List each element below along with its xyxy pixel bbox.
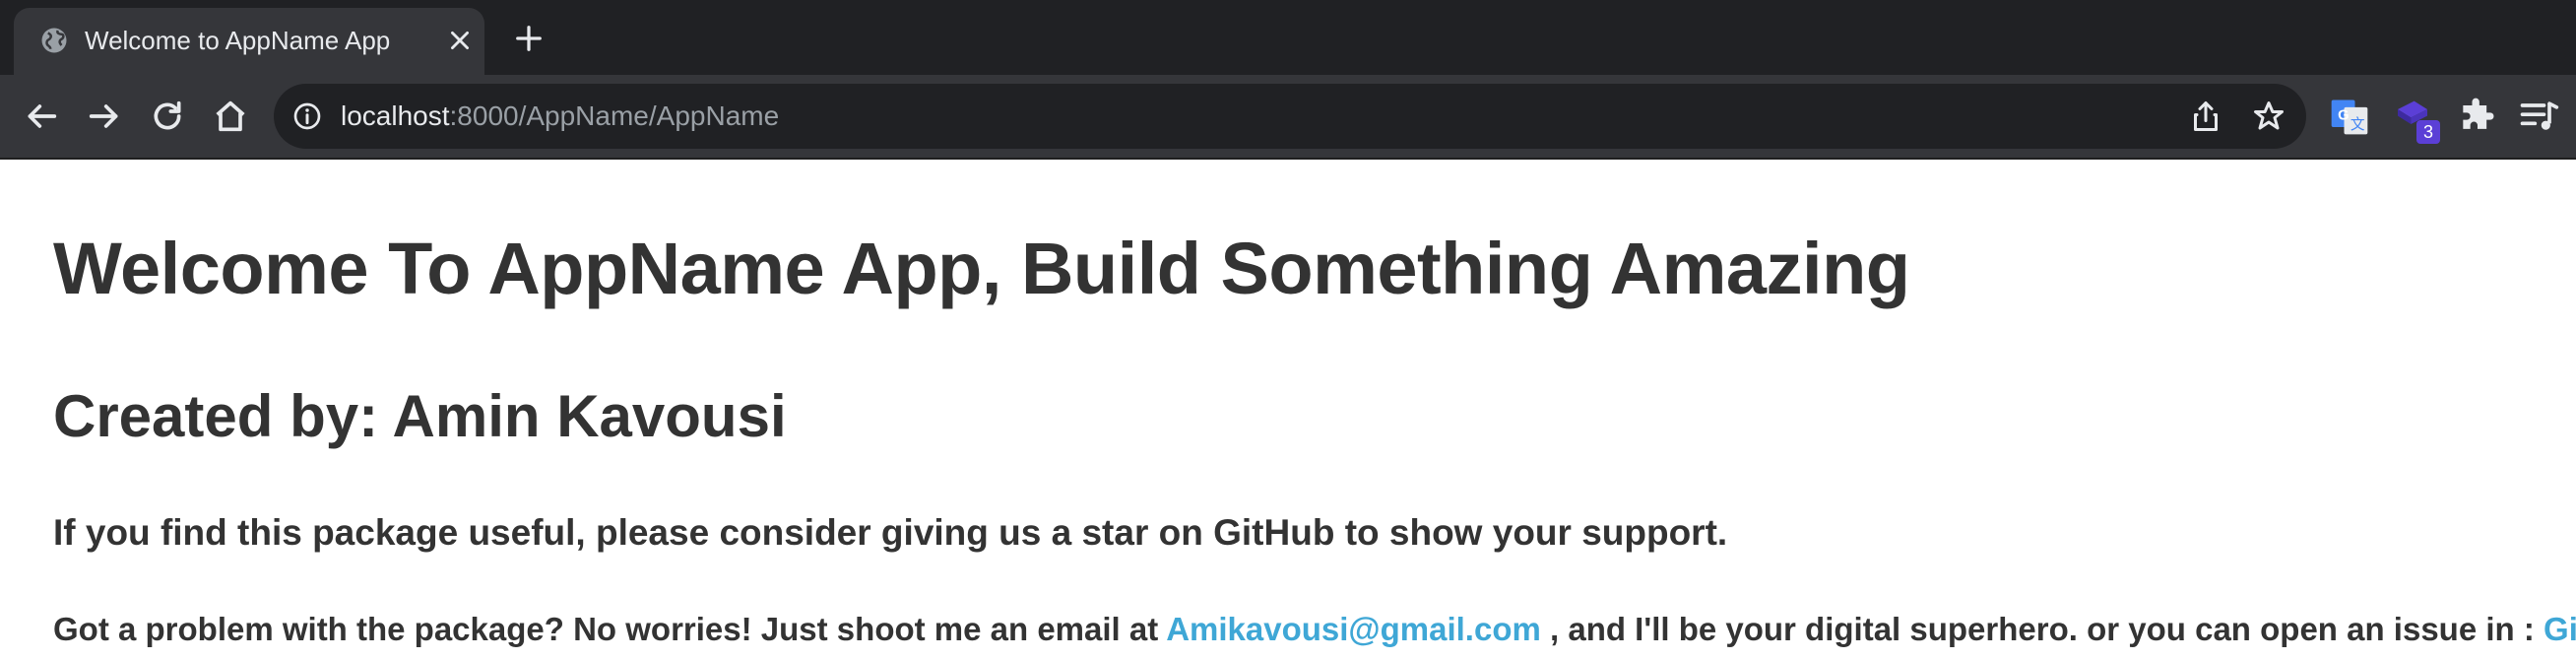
browser-tab[interactable]: Welcome to AppName App: [14, 8, 484, 75]
tab-title: Welcome to AppName App: [85, 26, 391, 55]
info-icon[interactable]: [291, 100, 323, 132]
github-link[interactable]: GitHub: [2544, 611, 2576, 647]
problem-prefix: Got a problem with the package? No worri…: [53, 611, 1159, 647]
plus-icon[interactable]: [514, 24, 544, 53]
close-icon[interactable]: [447, 28, 473, 53]
forward-arrow-icon: [89, 104, 118, 128]
tab-strip: Welcome to AppName App: [0, 0, 2576, 75]
media-icon[interactable]: [2517, 95, 2560, 138]
page-content: Welcome To AppName App, Build Something …: [0, 160, 2576, 660]
creator-heading: Created by: Amin Kavousi: [53, 383, 787, 449]
svg-text:文: 文: [2351, 116, 2365, 133]
home-button[interactable]: [211, 97, 250, 136]
url-text[interactable]: localhost:8000/AppName/AppName: [341, 100, 779, 132]
email-link[interactable]: Amikavousi@gmail.com: [1166, 611, 1541, 647]
globe-icon: [41, 28, 67, 53]
translate-icon[interactable]: G 文: [2328, 95, 2371, 138]
url-host: localhost: [341, 100, 450, 131]
page-title: Welcome To AppName App, Build Something …: [53, 228, 1910, 309]
browser-toolbar: localhost:8000/AppName/AppName G 文 3: [0, 75, 2576, 160]
extension-button[interactable]: 3: [2393, 95, 2440, 144]
url-path: :8000/AppName/AppName: [449, 100, 780, 131]
support-text: If you find this package useful, please …: [53, 512, 1728, 553]
problem-middle: , and I'll be your digital superhero. or…: [1550, 611, 2535, 647]
back-arrow-icon: [28, 104, 57, 128]
star-icon[interactable]: [2251, 99, 2286, 134]
puzzle-icon[interactable]: [2456, 95, 2499, 138]
back-button[interactable]: [22, 97, 61, 136]
address-bar[interactable]: localhost:8000/AppName/AppName: [274, 84, 2306, 149]
forward-button[interactable]: [85, 97, 124, 136]
extension-badge: 3: [2416, 120, 2440, 144]
problem-text: Got a problem with the package? No worri…: [53, 611, 2576, 648]
reload-icon: [154, 100, 181, 130]
svg-text:G: G: [2338, 108, 2349, 124]
reload-button[interactable]: [148, 97, 187, 136]
share-icon[interactable]: [2188, 99, 2223, 134]
home-icon: [216, 100, 245, 132]
